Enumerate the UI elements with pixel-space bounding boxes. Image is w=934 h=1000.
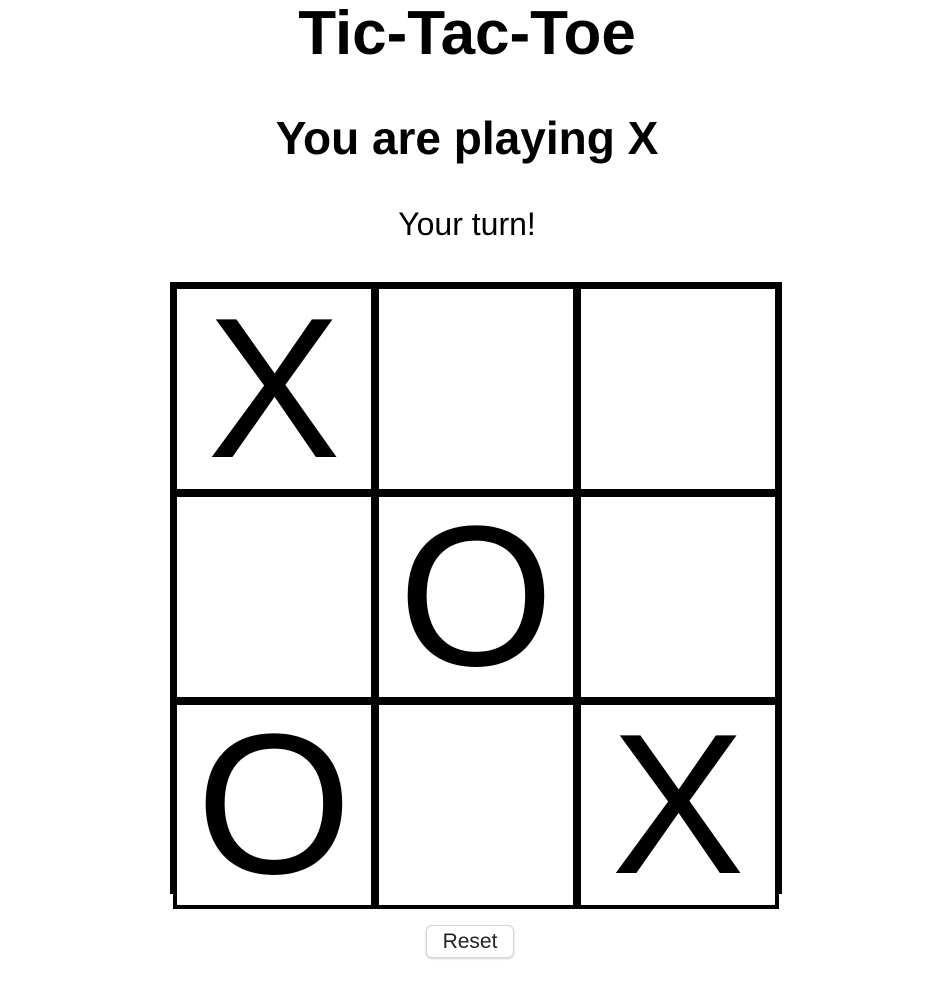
board-cell-7[interactable]: O <box>173 701 375 909</box>
board-cell-4[interactable] <box>173 493 375 701</box>
board-cell-3[interactable] <box>577 285 779 493</box>
board-cell-6[interactable] <box>577 493 779 701</box>
page-title: Tic-Tac-Toe <box>298 0 636 68</box>
board-cell-8[interactable] <box>375 701 577 909</box>
reset-button[interactable]: Reset <box>426 925 514 958</box>
player-indicator: You are playing X <box>275 112 659 164</box>
board-cell-9[interactable]: X <box>577 701 779 909</box>
board-cell-2[interactable] <box>375 285 577 493</box>
game-board: X O O X <box>170 282 782 909</box>
turn-status: Your turn! <box>398 206 536 242</box>
board-cell-1[interactable]: X <box>173 285 375 493</box>
board-cell-5[interactable]: O <box>375 493 577 701</box>
